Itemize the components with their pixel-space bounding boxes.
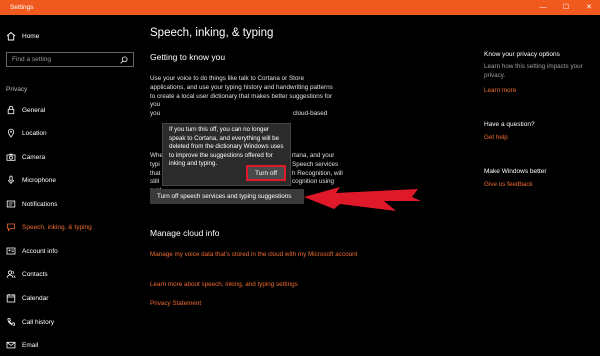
annotation-arrow-icon bbox=[304, 187, 421, 211]
sidebar-item-general[interactable]: General bbox=[6, 105, 45, 115]
search-box[interactable] bbox=[6, 52, 134, 67]
section-label-privacy: Privacy bbox=[6, 86, 28, 93]
sidebar-item-account-info[interactable]: Account info bbox=[6, 246, 58, 256]
sidebar-item-label: General bbox=[22, 106, 46, 114]
description-paragraph: Use your voice to do things like talk to… bbox=[150, 75, 360, 119]
text-line: Speech services bbox=[292, 160, 339, 168]
sidebar-item-home[interactable]: Home bbox=[6, 31, 39, 41]
text-line: you bbox=[150, 101, 161, 109]
flyout-message: If you turn this off, you can no longer … bbox=[169, 126, 284, 168]
sidebar-item-microphone[interactable]: Microphone bbox=[6, 175, 56, 185]
search-icon[interactable] bbox=[120, 51, 128, 69]
text-line: to create a local user dictionary that m… bbox=[150, 92, 333, 100]
turn-off-speech-services-button[interactable]: Turn off speech services and typing sugg… bbox=[150, 189, 304, 204]
sidebar-item-calendar[interactable]: Calendar bbox=[6, 293, 48, 303]
home-icon bbox=[6, 31, 16, 41]
sidebar-item-camera[interactable]: Camera bbox=[6, 152, 45, 162]
window-title: Settings bbox=[10, 4, 34, 11]
account-icon bbox=[6, 246, 16, 256]
call-history-icon bbox=[6, 317, 16, 327]
make-windows-better-heading: Make Windows better bbox=[484, 168, 547, 175]
flyout-turn-off-button[interactable]: Turn off bbox=[246, 165, 286, 181]
lock-icon bbox=[6, 105, 16, 115]
text-line: Use your voice to do things like talk to… bbox=[150, 75, 305, 82]
sidebar-item-label: Speech, inking, & typing bbox=[22, 223, 92, 231]
text-line: applications, and use your typing histor… bbox=[150, 83, 333, 91]
sidebar-item-label: Camera bbox=[22, 153, 46, 161]
sidebar-item-location[interactable]: Location bbox=[6, 128, 47, 138]
obscured-paragraph-right: rtana, and your Speech services h Recogn… bbox=[292, 152, 372, 187]
page-title: Speech, inking, & typing bbox=[150, 27, 274, 39]
get-help-link[interactable]: Get help bbox=[484, 134, 508, 141]
text-line: you bbox=[150, 110, 161, 118]
minimize-button[interactable]: — bbox=[538, 0, 548, 15]
location-icon bbox=[6, 128, 16, 138]
sidebar-item-label: Location bbox=[22, 129, 47, 137]
link-privacy-statement[interactable]: Privacy Statement bbox=[150, 300, 201, 309]
learn-more-link[interactable]: Learn more bbox=[484, 87, 516, 94]
give-feedback-link[interactable]: Give us feedback bbox=[484, 181, 533, 188]
section-title-getting-to-know-you: Getting to know you bbox=[150, 52, 226, 62]
maximize-button[interactable]: ☐ bbox=[561, 0, 571, 15]
sidebar-item-label: Email bbox=[22, 341, 39, 349]
question-heading: Have a question? bbox=[484, 121, 535, 128]
privacy-options-text: Learn how this setting impacts your priv… bbox=[484, 63, 583, 79]
button-label: Turn off bbox=[254, 169, 278, 177]
sidebar-item-notifications[interactable]: Notifications bbox=[6, 199, 57, 209]
notifications-icon bbox=[6, 199, 16, 209]
sidebar-item-email[interactable]: Email bbox=[6, 340, 38, 350]
sidebar: Home Privacy General Location Camera Mic… bbox=[0, 15, 140, 356]
search-input[interactable] bbox=[12, 56, 112, 63]
sidebar-item-label: Account info bbox=[22, 247, 58, 255]
sidebar-item-label: Call history bbox=[22, 318, 55, 326]
calendar-icon bbox=[6, 293, 16, 303]
link-learn-more-speech[interactable]: Learn more about speech, inking, and typ… bbox=[150, 281, 298, 290]
sidebar-item-label: Calendar bbox=[22, 294, 49, 302]
close-button[interactable]: ✕ bbox=[584, 0, 594, 15]
sidebar-item-label: Microphone bbox=[22, 176, 56, 184]
link-manage-voice-data[interactable]: Manage my voice data that's stored in th… bbox=[150, 251, 365, 260]
text-fragment: cloud-based bbox=[293, 110, 328, 117]
camera-icon bbox=[6, 152, 16, 162]
section-title-manage-cloud-info: Manage cloud info bbox=[150, 228, 220, 238]
sidebar-item-label: Contacts bbox=[22, 270, 48, 278]
window-controls: — ☐ ✕ bbox=[538, 0, 594, 15]
title-bar: Settings — ☐ ✕ bbox=[0, 0, 600, 15]
privacy-options-heading: Know your privacy options bbox=[484, 51, 560, 58]
sidebar-item-contacts[interactable]: Contacts bbox=[6, 269, 48, 279]
speech-icon bbox=[6, 222, 16, 232]
sidebar-item-speech-inking-typing[interactable]: Speech, inking, & typing bbox=[6, 222, 92, 232]
text-line: rtana, and your bbox=[292, 152, 335, 159]
sidebar-item-label: Home bbox=[22, 32, 40, 40]
email-icon bbox=[6, 340, 16, 350]
text-line: h Recognition, will bbox=[292, 169, 343, 177]
contacts-icon bbox=[6, 269, 16, 279]
microphone-icon bbox=[6, 175, 16, 185]
sidebar-item-label: Notifications bbox=[22, 200, 58, 208]
sidebar-item-call-history[interactable]: Call history bbox=[6, 317, 54, 327]
